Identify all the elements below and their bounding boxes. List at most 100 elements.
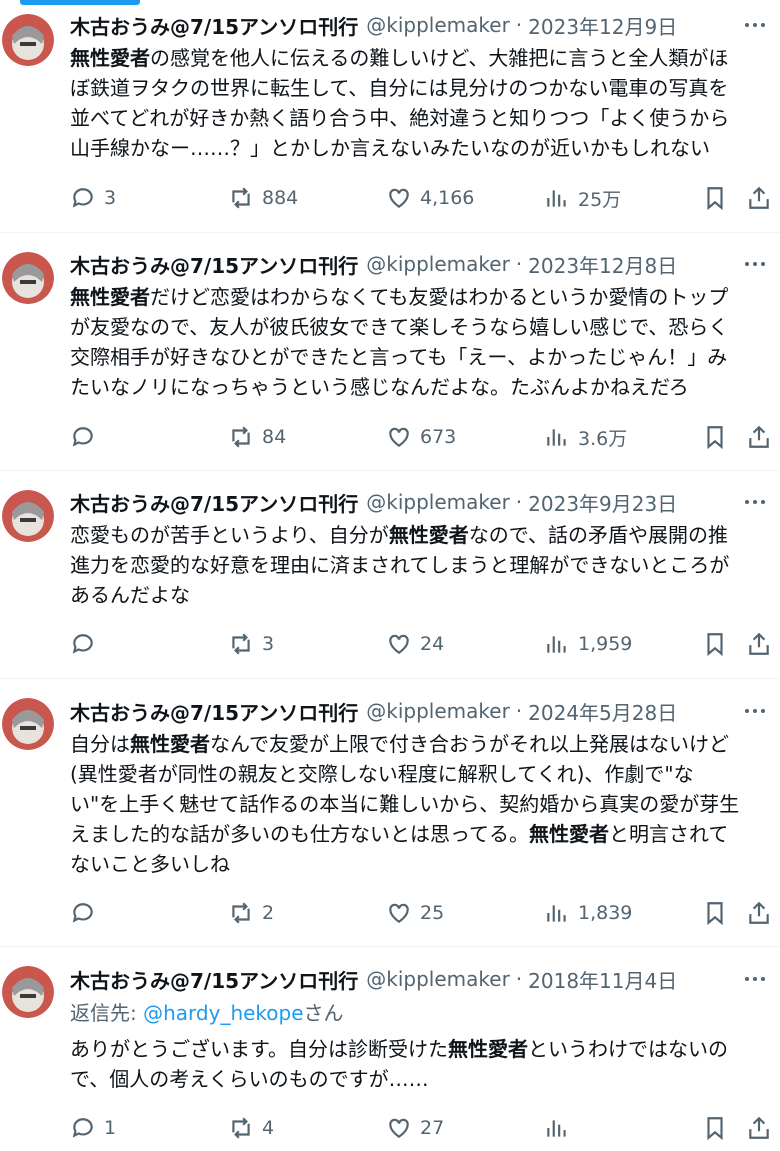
share-button[interactable] <box>746 1110 772 1146</box>
scroll-indicator <box>20 0 140 5</box>
tweet-divider <box>0 946 780 947</box>
like-button[interactable]: 24 <box>386 626 444 662</box>
display-name[interactable]: 木古おうみ@7/15アンソロ刊行 <box>70 11 358 40</box>
text-segment: というわけではないの <box>528 1037 728 1061</box>
separator-dot: · <box>515 252 523 276</box>
like-button[interactable]: 27 <box>386 1110 444 1146</box>
reply-button[interactable]: 3 <box>70 180 116 216</box>
repost-button[interactable]: 3 <box>228 626 274 662</box>
like-button[interactable]: 673 <box>386 419 456 455</box>
more-dots-icon[interactable] <box>740 249 770 279</box>
reply-button[interactable] <box>70 419 104 455</box>
text-segment: 進力を恋愛的な好意を理由に済まされてしまうと理解ができないところが <box>70 553 730 577</box>
views-button[interactable]: 3.6万 <box>544 419 627 455</box>
avatar[interactable] <box>2 14 54 66</box>
bookmark-button[interactable] <box>702 895 728 931</box>
tweet-divider <box>0 678 780 679</box>
views-button[interactable]: 25万 <box>544 180 621 216</box>
more-dots-icon[interactable] <box>740 696 770 726</box>
view-count: 25万 <box>578 188 622 211</box>
bookmark-button[interactable] <box>702 626 728 662</box>
repost-button[interactable]: 884 <box>228 180 298 216</box>
text-line: で、個人の考えくらいのものですが…… <box>70 1064 776 1094</box>
display-name[interactable]: 木古おうみ@7/15アンソロ刊行 <box>70 250 358 279</box>
display-name[interactable]: 木古おうみ@7/15アンソロ刊行 <box>70 697 358 726</box>
heart-icon <box>389 188 409 208</box>
view-count: 1,839 <box>578 902 633 924</box>
views-button[interactable]: 1,839 <box>544 895 632 931</box>
user-handle[interactable]: @kipplemaker <box>366 699 510 723</box>
display-name[interactable]: 木古おうみ@7/15アンソロ刊行 <box>70 965 358 994</box>
user-handle[interactable]: @kipplemaker <box>366 252 510 276</box>
text-segment: たいなノリになっちゃうという感じなんだよな。たぶんよかねえだろ <box>70 375 689 399</box>
reply-mention-link[interactable]: @hardy_hekope <box>143 1001 303 1025</box>
text-segment: 自分は <box>70 732 130 756</box>
action-bar: 3 24 1,959 <box>0 626 780 662</box>
repost-icon <box>232 902 250 924</box>
reply-bubble-icon <box>72 634 93 654</box>
share-icon <box>749 1116 769 1139</box>
bar-chart-icon <box>547 1120 566 1137</box>
tweet-date[interactable]: 2023年12月8日 <box>528 250 677 279</box>
action-bar: 3 884 4,166 25万 <box>0 180 780 216</box>
share-icon <box>749 632 769 655</box>
share-button[interactable] <box>746 180 772 216</box>
more-dots-icon[interactable] <box>740 964 770 994</box>
more-dots-icon[interactable] <box>740 10 770 40</box>
repost-count: 884 <box>262 187 299 209</box>
user-handle[interactable]: @kipplemaker <box>366 13 510 37</box>
reply-button[interactable] <box>70 626 104 662</box>
reply-bubble-icon <box>72 903 93 923</box>
text-segment: えました的な話が多いのも仕方ないとは思ってる。 <box>70 822 529 846</box>
reply-button[interactable] <box>70 895 104 931</box>
repost-count: 84 <box>262 426 287 448</box>
tweet-date[interactable]: 2023年12月9日 <box>528 11 677 40</box>
text-segment: が友愛なので、友人が彼氏彼女できて楽しそうなら嬉しい感じで、恐らく <box>70 315 729 339</box>
separator-dot: · <box>515 967 523 991</box>
views-button[interactable]: 1,959 <box>544 626 632 662</box>
text-segment: 山手線かなー……？」とかしか言えないみたいなのが近いかもしれない <box>70 136 710 160</box>
repost-icon <box>232 187 250 209</box>
share-button[interactable] <box>746 626 772 662</box>
like-button[interactable]: 25 <box>386 895 444 931</box>
more-dots-icon[interactable] <box>740 487 770 517</box>
text-segment: ありがとうございます。自分は診断受けた <box>70 1037 448 1061</box>
views-button[interactable] <box>544 1110 578 1146</box>
bookmark-button[interactable] <box>702 180 728 216</box>
repost-button[interactable]: 4 <box>228 1110 274 1146</box>
share-button[interactable] <box>746 419 772 455</box>
tweet-date[interactable]: 2023年9月23日 <box>528 488 677 517</box>
share-icon <box>749 901 769 924</box>
bookmark-button[interactable] <box>702 419 728 455</box>
reply-button[interactable]: 1 <box>70 1110 116 1146</box>
share-button[interactable] <box>746 895 772 931</box>
text-line: (異性愛者が同性の親友と交際しない程度に解釈してくれ)、作劇で"な <box>70 759 776 789</box>
reply-bubble-icon <box>72 427 93 447</box>
text-segment: だけど恋愛はわからなくても友愛はわかるというか愛情のトップ <box>150 285 729 309</box>
avatar[interactable] <box>2 490 54 542</box>
bookmark-button[interactable] <box>702 1110 728 1146</box>
repost-button[interactable]: 84 <box>228 419 286 455</box>
like-count: 25 <box>420 902 445 924</box>
user-handle[interactable]: @kipplemaker <box>366 967 510 991</box>
text-segment: なんで友愛が上限で付き合おうがそれ以上発展はないけど <box>210 732 729 756</box>
bookmark-icon <box>707 1117 723 1141</box>
text-line: い"を上手く魅せて話作るの本当に難しいから、契約婚から真実の愛が芽生 <box>70 789 776 819</box>
repost-icon <box>232 426 250 448</box>
avatar[interactable] <box>2 966 54 1018</box>
repost-count: 3 <box>262 633 275 655</box>
view-count: 3.6万 <box>578 427 628 450</box>
reply-prefix: 返信先: <box>70 1001 144 1025</box>
avatar[interactable] <box>2 252 54 304</box>
text-line: ありがとうございます。自分は診断受けた無性愛者というわけではないの <box>70 1034 776 1064</box>
user-handle[interactable]: @kipplemaker <box>366 490 510 514</box>
display-name[interactable]: 木古おうみ@7/15アンソロ刊行 <box>70 488 358 517</box>
avatar[interactable] <box>2 698 54 750</box>
text-line: ぼ鉄道ヲタクの世界に転生して、自分には見分けのつかない電車の写真を <box>70 73 776 103</box>
like-button[interactable]: 4,166 <box>386 180 474 216</box>
text-line: 進力を恋愛的な好意を理由に済まされてしまうと理解ができないところが <box>70 550 776 580</box>
bookmark-icon <box>707 187 723 211</box>
repost-button[interactable]: 2 <box>228 895 274 931</box>
tweet-date[interactable]: 2018年11月4日 <box>528 965 677 994</box>
tweet-date[interactable]: 2024年5月28日 <box>528 697 677 726</box>
